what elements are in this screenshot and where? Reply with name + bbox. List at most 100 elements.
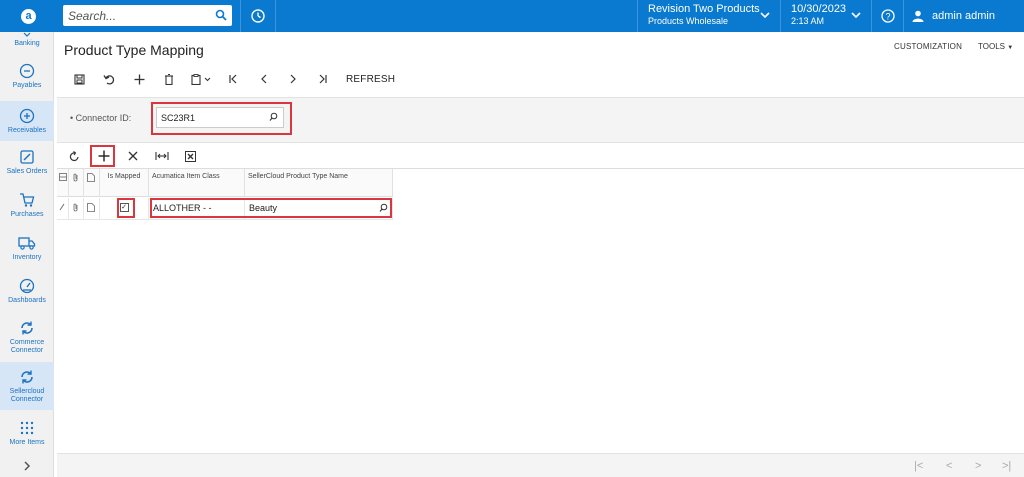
- search-input[interactable]: [68, 8, 208, 23]
- sync-icon: [19, 368, 35, 386]
- sidebar-item-label: Commerce Connector: [9, 339, 45, 354]
- chevron-right-icon[interactable]: >: [975, 460, 981, 472]
- last-page-icon: [319, 74, 327, 84]
- sidebar-item-label: Sellercloud Connector: [9, 388, 45, 403]
- last-page-icon[interactable]: >|: [1002, 460, 1011, 472]
- caret-down-icon: ▼: [1007, 45, 1014, 51]
- help-button[interactable]: ?: [871, 0, 904, 32]
- select-all-icon: [59, 173, 67, 181]
- save-icon: [73, 73, 85, 85]
- sidebar-item-commerce-connector[interactable]: Commerce Connector: [0, 319, 54, 355]
- edit-icon: [59, 203, 65, 211]
- is-mapped-column-header[interactable]: Is Mapped: [100, 169, 149, 197]
- add-record-button[interactable]: [124, 70, 154, 88]
- tenant-selector[interactable]: Revision Two Products Products Wholesale: [637, 0, 780, 32]
- next-record-button[interactable]: [278, 70, 308, 88]
- sync-icon: [19, 319, 35, 337]
- sidebar-item-label: Banking: [14, 40, 40, 47]
- search-icon[interactable]: [215, 8, 227, 26]
- sidebar-item-payables[interactable]: Payables: [0, 62, 54, 92]
- sidebar-item-banking[interactable]: Banking: [0, 32, 54, 52]
- first-page-icon[interactable]: |<: [914, 460, 923, 472]
- acumatica-logo[interactable]: a: [0, 0, 57, 32]
- grid-pager: |< < > >|: [57, 453, 1024, 477]
- undo-icon: [103, 74, 115, 85]
- highlight-is-mapped: [117, 198, 135, 218]
- highlight-mapping-row: [150, 198, 392, 218]
- fit-to-screen-icon: [154, 152, 169, 160]
- chevron-left-icon[interactable]: <: [946, 460, 952, 472]
- top-bar: a Revision Two Products Products Wholesa…: [0, 0, 1024, 32]
- sidebar-item-label: Inventory: [12, 254, 42, 261]
- last-record-button[interactable]: [308, 70, 338, 88]
- sidebar-item-label: Dashboards: [8, 297, 46, 304]
- note-icon: [87, 173, 95, 182]
- chevron-left-icon: [260, 74, 266, 84]
- chevron-down-icon: [851, 10, 861, 22]
- sidebar-item-purchases[interactable]: Purchases: [0, 191, 54, 221]
- paperclip-icon: [73, 203, 78, 212]
- product-type-column-header[interactable]: SellerCloud Product Type Name: [245, 169, 393, 197]
- grid-refresh-button[interactable]: [60, 146, 89, 166]
- refresh-icon: [69, 150, 79, 161]
- clipboard-icon: [191, 73, 201, 85]
- sidebar-item-receivables[interactable]: Receivables: [0, 101, 54, 141]
- delete-button[interactable]: [154, 70, 184, 88]
- row-attachment-cell[interactable]: [69, 198, 84, 220]
- business-date-selector[interactable]: 10/30/2023 2:13 AM: [780, 0, 871, 32]
- highlight-connector-id: [151, 102, 292, 135]
- history-button[interactable]: [240, 0, 276, 32]
- chevron-down-icon: [23, 32, 31, 40]
- sidebar-item-dashboards[interactable]: Dashboards: [0, 277, 54, 307]
- first-record-button[interactable]: [218, 70, 248, 88]
- sidebar-item-sellercloud-connector[interactable]: Sellercloud Connector: [0, 362, 54, 410]
- sidebar-item-more-items[interactable]: More Items: [0, 419, 54, 449]
- sidebar-item-label: Sales Orders: [6, 168, 48, 175]
- first-page-icon: [229, 74, 237, 84]
- selector-column-header: [57, 169, 69, 197]
- delete-row-button[interactable]: [118, 146, 147, 166]
- global-search[interactable]: [63, 5, 232, 26]
- customization-menu[interactable]: CUSTOMIZATION: [894, 42, 962, 51]
- copy-paste-button[interactable]: [184, 70, 218, 88]
- user-menu[interactable]: admin admin: [912, 0, 995, 32]
- logo-icon: a: [21, 8, 36, 24]
- truck-icon: [18, 234, 36, 252]
- minus-circle-icon: [19, 62, 35, 80]
- connector-id-label: • Connector ID:: [70, 113, 131, 123]
- gauge-icon: [19, 277, 35, 295]
- chevron-right-icon: [290, 74, 296, 84]
- export-excel-button[interactable]: [176, 146, 205, 166]
- previous-record-button[interactable]: [248, 70, 278, 88]
- sidebar-item-inventory[interactable]: Inventory: [0, 234, 54, 264]
- refresh-button[interactable]: REFRESH: [346, 74, 395, 85]
- save-button[interactable]: [64, 70, 94, 88]
- grid-icon: [20, 419, 34, 437]
- chevron-right-icon: [23, 461, 30, 471]
- fit-columns-button[interactable]: [147, 146, 176, 166]
- grid-toolbar: [60, 146, 205, 166]
- cart-icon: [19, 191, 35, 209]
- undo-button[interactable]: [94, 70, 124, 88]
- sidebar-collapse-button[interactable]: [0, 455, 54, 477]
- user-icon: [912, 10, 924, 22]
- history-icon: [251, 9, 265, 23]
- svg-text:?: ?: [885, 12, 890, 22]
- row-selector[interactable]: [57, 198, 69, 220]
- plus-icon: [134, 74, 144, 84]
- plus-circle-icon: [19, 107, 35, 125]
- tools-label: TOOLS: [978, 42, 1005, 51]
- sidebar-item-sales-orders[interactable]: Sales Orders: [0, 148, 54, 178]
- attachments-column-header: [69, 169, 84, 197]
- row-note-cell[interactable]: [84, 198, 100, 220]
- sidebar-item-label: Receivables: [7, 127, 47, 134]
- chevron-down-icon: [760, 10, 770, 22]
- highlight-add-row: [90, 145, 115, 167]
- tools-menu[interactable]: TOOLS ▼: [978, 42, 1013, 51]
- note-icon: [87, 203, 95, 212]
- trash-icon: [165, 73, 173, 85]
- item-class-column-header[interactable]: Acumatica Item Class: [149, 169, 245, 197]
- notes-column-header: [84, 169, 100, 197]
- connector-id-label-text: Connector ID:: [75, 113, 132, 123]
- chevron-down-icon: [204, 77, 211, 81]
